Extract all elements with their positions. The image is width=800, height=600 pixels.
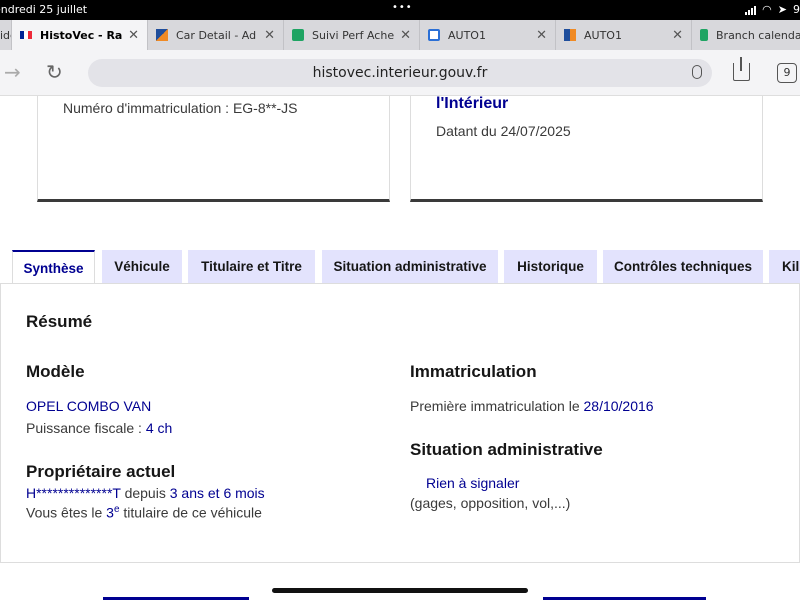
browser-tab-partial[interactable]: ide	[0, 20, 12, 50]
owner-since-value: 3 ans et 6 mois	[169, 485, 265, 501]
tab-controles-techniques[interactable]: Contrôles techniques	[603, 250, 763, 283]
admin-situation-note: (gages, opposition, vol,...)	[410, 495, 571, 511]
status-date: endredi 25 juillet	[0, 3, 88, 16]
auto1-favicon-icon	[156, 29, 168, 41]
tab-kilometrage-partial[interactable]: Kil	[769, 250, 800, 283]
close-tab-icon[interactable]: ✕	[264, 28, 275, 43]
registration-heading: Immatriculation	[410, 362, 537, 381]
multitask-dots-icon[interactable]: •••	[392, 2, 413, 13]
reload-icon[interactable]: ↻	[46, 62, 63, 82]
location-icon: ➤	[777, 3, 787, 16]
admin-situation-heading: Situation administrative	[410, 440, 603, 459]
status-bar: endredi 25 juillet ••• ◠ ➤ 9	[0, 0, 800, 20]
wifi-icon: ◠	[762, 3, 772, 16]
browser-tab-label: Suivi Perf Ache	[312, 28, 395, 42]
titulaire-suffix: titulaire de ce véhicule	[119, 504, 262, 521]
tab-historique[interactable]: Historique	[504, 250, 597, 283]
browser-tab-label: AUTO1	[448, 28, 486, 42]
sheets-favicon-icon	[292, 29, 304, 41]
titulaire-rank: 3	[106, 504, 114, 521]
owner-since-label: depuis	[120, 485, 170, 501]
browser-tab-label: Car Detail - Ad	[176, 28, 257, 42]
auto1-favicon-icon	[564, 29, 576, 41]
close-tab-icon[interactable]: ✕	[400, 28, 411, 43]
url-text: histovec.interieur.gouv.fr	[312, 65, 488, 81]
owner-line: H**************T depuis 3 ans et 6 mois	[26, 485, 265, 501]
browser-tab-auto1-a[interactable]: AUTO1 ✕	[420, 20, 556, 50]
browser-tab-suivi-perf[interactable]: Suivi Perf Ache ✕	[284, 20, 420, 50]
cellular-signal-icon	[745, 5, 757, 15]
tab-situation-administrative[interactable]: Situation administrative	[322, 250, 498, 283]
browser-tab-car-detail[interactable]: Car Detail - Ad ✕	[148, 20, 284, 50]
forward-arrow-icon[interactable]: →	[4, 62, 21, 82]
microphone-icon[interactable]	[692, 65, 702, 79]
fiscal-power-label: Puissance fiscale :	[26, 420, 146, 436]
browser-tab-branch-calendar[interactable]: Branch calenda	[692, 20, 800, 50]
report-tabs: Synthèse Véhicule Titulaire et Titre Sit…	[0, 250, 800, 284]
home-indicator[interactable]	[272, 588, 528, 593]
first-registration-label: Première immatriculation le	[410, 398, 584, 414]
admin-situation-value: Rien à signaler	[426, 475, 520, 491]
status-indicators: ◠ ➤ 9	[745, 3, 800, 16]
fiscal-power-value: 4 ch	[145, 420, 173, 436]
close-tab-icon[interactable]: ✕	[128, 28, 139, 43]
fiscal-power: Puissance fiscale : 4 ch	[26, 420, 172, 436]
model-value: OPEL COMBO VAN	[26, 398, 152, 414]
report-date: Datant du 24/07/2025	[436, 123, 571, 139]
first-registration: Première immatriculation le 28/10/2016	[410, 398, 654, 414]
owner-heading: Propriétaire actuel	[26, 462, 176, 481]
close-tab-icon[interactable]: ✕	[536, 28, 547, 43]
address-toolbar: → ↻ histovec.interieur.gouv.fr 9	[0, 50, 800, 96]
auto1-arrow-favicon-icon	[428, 29, 440, 41]
browser-tab-label: AUTO1	[584, 28, 622, 42]
first-registration-date: 28/10/2016	[583, 398, 654, 414]
close-tab-icon[interactable]: ✕	[672, 28, 683, 43]
model-heading: Modèle	[26, 362, 85, 381]
registration-card: Numéro d'immatriculation : EG-8**-JS	[37, 96, 390, 202]
share-icon[interactable]	[733, 57, 750, 81]
report-card: l'Intérieur Datant du 24/07/2025	[410, 95, 763, 202]
report-card-title: l'Intérieur	[436, 95, 509, 112]
url-field[interactable]: histovec.interieur.gouv.fr	[88, 59, 712, 87]
french-flag-icon	[20, 31, 32, 39]
tab-vehicule[interactable]: Véhicule	[102, 250, 182, 283]
browser-tab-bar: ide HistoVec - Rap ✕ Car Detail - Ad ✕ S…	[0, 20, 800, 50]
tabs-overview-button[interactable]: 9	[777, 63, 797, 83]
summary-title: Résumé	[26, 312, 93, 331]
browser-tab-label: Branch calenda	[716, 28, 800, 42]
titulaire-prefix: Vous êtes le	[26, 504, 107, 521]
browser-tab-auto1-b[interactable]: AUTO1 ✕	[556, 20, 692, 50]
battery-level: 9	[793, 3, 800, 16]
tab-synthese[interactable]: Synthèse	[12, 250, 95, 284]
browser-tab-histovec[interactable]: HistoVec - Rap ✕	[12, 20, 148, 50]
registration-number: Numéro d'immatriculation : EG-8**-JS	[63, 100, 298, 116]
browser-tab-label: HistoVec - Rap	[40, 28, 123, 42]
owner-masked-name: H**************T	[26, 485, 121, 501]
sheets-favicon-icon	[700, 29, 708, 41]
tab-titulaire-titre[interactable]: Titulaire et Titre	[188, 250, 315, 283]
summary-panel: Résumé Modèle OPEL COMBO VAN Puissance f…	[0, 283, 800, 563]
browser-tab-label: ide	[0, 28, 11, 42]
titulaire-line: Vous êtes le 3e titulaire de ce véhicule	[26, 504, 262, 521]
